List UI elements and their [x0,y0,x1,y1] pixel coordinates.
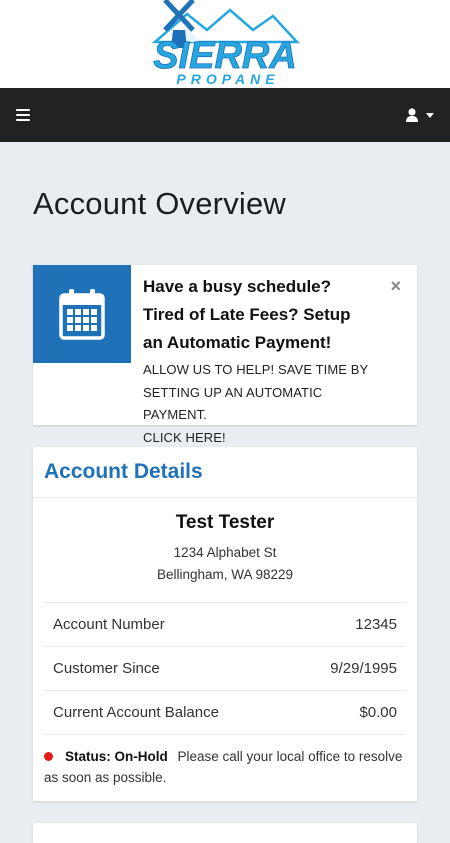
row-label: Account Number [53,616,165,633]
chevron-down-icon [426,112,434,118]
calendar-icon [59,289,105,340]
user-icon [406,108,418,122]
account-status: Status: On-Hold Please call your local o… [33,735,417,801]
main-content: Account Overview Have a busy schedule? T… [0,142,450,843]
logo-header: SIERRA PROPANE [0,0,450,88]
account-details-card: Account Details Test Tester 1234 Alphabe… [33,447,417,801]
close-icon[interactable]: × [390,277,401,295]
promo-icon-box [33,265,131,363]
page-title: Account Overview [33,186,287,221]
user-menu-toggle[interactable] [406,108,434,122]
svg-text:PROPANE: PROPANE [176,71,279,87]
row-label: Current Account Balance [53,704,219,721]
autopay-promo-card[interactable]: Have a busy schedule? Tired of Late Fees… [33,265,417,445]
hamburger-menu-icon[interactable] [16,109,30,121]
row-value: 9/29/1995 [330,660,397,677]
account-info-list: Account Number 12345 Customer Since 9/29… [44,602,406,735]
customer-since-row: Customer Since 9/29/1995 [44,647,406,691]
status-dot-icon [44,752,53,761]
owner-address: 1234 Alphabet St Bellingham, WA 98229 [156,545,294,582]
account-owner: Test Tester 1234 Alphabet St Bellingham,… [33,498,417,602]
promo-heading: Have a busy schedule? Tired of Late Fees… [143,277,351,352]
row-value: $0.00 [359,704,397,721]
account-balance-row: Current Account Balance $0.00 [44,691,406,735]
promo-text: Have a busy schedule? Tired of Late Fees… [131,265,417,445]
top-navbar [0,88,450,142]
account-details-heading: Account Details [44,460,203,483]
promo-body-link[interactable]: ALLOW US TO HELP! SAVE TIME BY SETTING U… [143,359,389,449]
card-header: Account Details [33,447,417,498]
row-label: Customer Since [53,660,160,677]
status-label: Status: On-Hold [65,749,168,764]
account-number-row: Account Number 12345 [44,603,406,647]
next-card [33,823,417,843]
sierra-propane-logo[interactable]: SIERRA PROPANE [135,0,315,88]
row-value: 12345 [355,616,397,633]
owner-name: Test Tester [175,512,275,533]
